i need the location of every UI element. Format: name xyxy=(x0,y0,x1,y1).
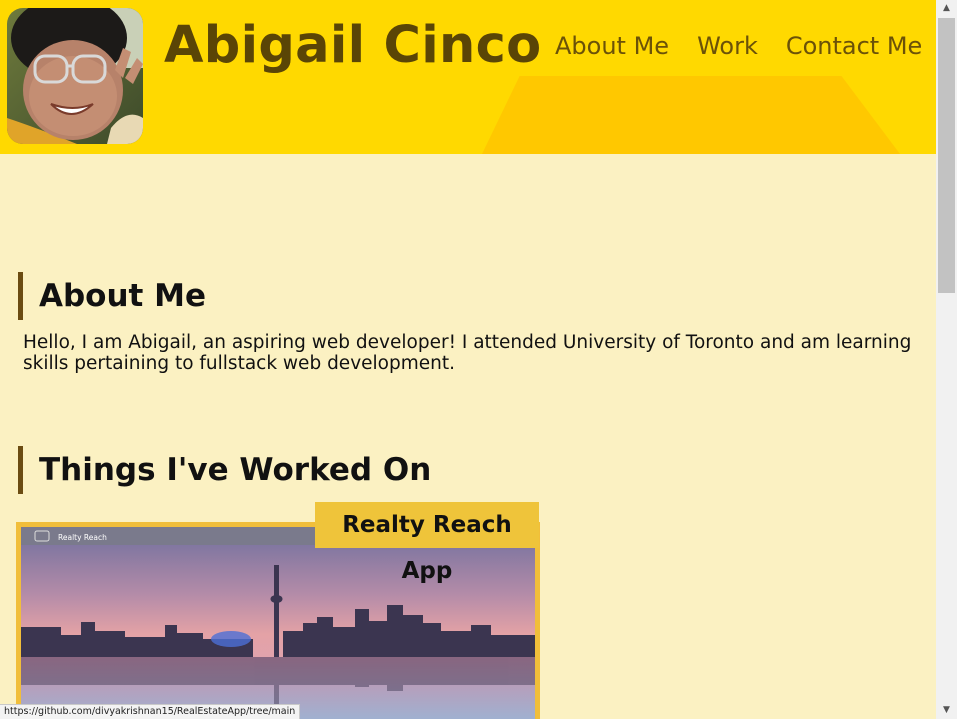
scroll-down-arrow-icon[interactable]: ▼ xyxy=(936,702,957,719)
project-title[interactable]: Realty Reach App xyxy=(315,502,539,584)
status-bar-url: https://github.com/divyakrishnan15/RealE… xyxy=(0,704,301,719)
about-heading: About Me xyxy=(18,272,206,320)
scroll-thumb[interactable] xyxy=(938,18,955,293)
nav-link-contact-me[interactable]: Contact Me xyxy=(786,30,922,62)
project-screenshot: Realty Reach xyxy=(21,527,535,719)
nav-link-work[interactable]: Work xyxy=(697,30,758,62)
about-text: Hello, I am Abigail, an aspiring web dev… xyxy=(23,332,912,374)
project-card[interactable]: Realty Reach xyxy=(16,522,540,719)
nav-link-about-me[interactable]: About Me xyxy=(555,30,669,62)
vertical-scrollbar[interactable]: ▲ ▼ xyxy=(936,0,957,719)
main-nav: About Me Work Contact Me xyxy=(555,30,922,62)
site-header: Abigail Cinco About Me Work Contact Me xyxy=(0,0,936,154)
scroll-up-arrow-icon[interactable]: ▲ xyxy=(936,0,957,17)
work-heading: Things I've Worked On xyxy=(18,446,431,494)
avatar xyxy=(7,8,143,144)
site-title: Abigail Cinco xyxy=(164,16,542,75)
page: Abigail Cinco About Me Work Contact Me A… xyxy=(0,0,936,719)
header-decoration xyxy=(482,76,900,154)
project-screenshot-brand: Realty Reach xyxy=(58,533,107,542)
